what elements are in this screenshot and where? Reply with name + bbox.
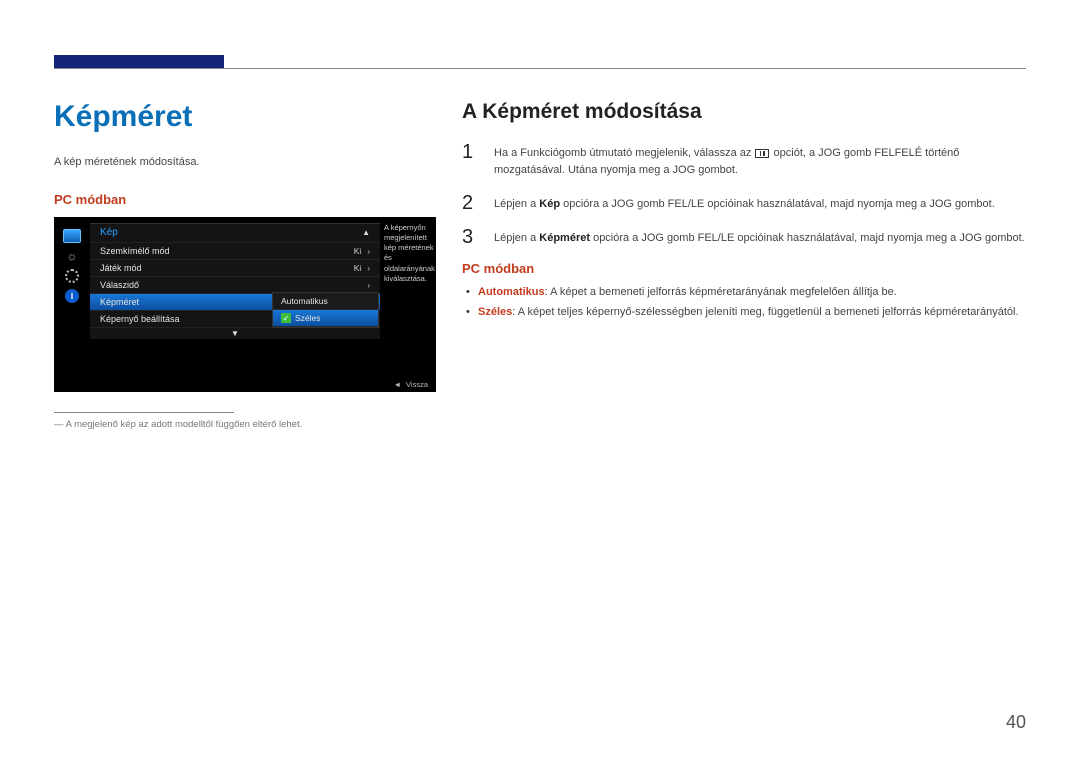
option-description: : A képet a bemeneti jelforrás képméreta… (545, 286, 897, 298)
step-text: Lépjen a (494, 198, 539, 210)
step-text: opcióra a JOG gomb FEL/LE opcióinak hasz… (590, 232, 1025, 244)
check-icon: ✓ (281, 313, 291, 323)
option-name: Széles (478, 306, 512, 318)
osd-submenu-automatic: Automatikus (273, 293, 378, 310)
chevron-right-icon: › (367, 264, 370, 273)
arrow-left-icon: ◄ (394, 380, 401, 389)
step-1: Ha a Funkciógomb útmutató megjelenik, vá… (462, 142, 1026, 179)
steps-list: Ha a Funkciógomb útmutató megjelenik, vá… (462, 142, 1026, 247)
left-column: Képméret A kép méretének módosítása. PC … (54, 100, 434, 430)
step-2: Lépjen a Kép opcióra a JOG gomb FEL/LE o… (462, 193, 1026, 213)
osd-row-label: Szemkímélő mód (100, 246, 354, 256)
option-name: Automatikus (478, 286, 545, 298)
section-title-modify-picture-size: A Képméret módosítása (462, 100, 1026, 124)
osd-row-value: Ki (354, 263, 362, 273)
osd-description: A képernyőn megjelenített kép méretének … (384, 223, 434, 284)
step-3: Lépjen a Képméret opcióra a JOG gomb FEL… (462, 227, 1026, 247)
osd-row-eye-saver: Szemkímélő mód Ki › (90, 242, 380, 259)
footnote: ― A megjelenő kép az adott modelltől füg… (54, 419, 434, 430)
brightness-icon: ☼ (63, 249, 81, 263)
osd-screenshot: ☼ i Kép ▲ Szemkímélő mód Ki › Játék mód … (54, 217, 436, 392)
footnote-rule (54, 412, 234, 413)
step-text: Ha a Funkciógomb útmutató megjelenik, vá… (494, 147, 754, 159)
osd-submenu-wide: ✓ Széles (273, 310, 378, 327)
info-icon: i (63, 289, 81, 303)
osd-row-label: Játék mód (100, 263, 354, 273)
header-accent-bar (54, 55, 224, 68)
page-title: Képméret (54, 100, 434, 134)
osd-menu-title-row: Kép ▲ (90, 224, 380, 242)
page-number: 40 (1006, 712, 1026, 733)
step-text: opcióra a JOG gomb FEL/LE opcióinak hasz… (560, 198, 995, 210)
submenu-label: Automatikus (281, 296, 328, 306)
header-rule (54, 68, 1026, 69)
submenu-label: Széles (295, 313, 321, 323)
menu-icon (755, 149, 769, 158)
right-subheading-pc-mode: PC módban (462, 261, 1026, 276)
osd-back-label: Vissza (406, 380, 428, 389)
osd-footer: ◄ Vissza (394, 380, 428, 389)
intro-text: A kép méretének módosítása. (54, 156, 434, 168)
option-automatic: Automatikus: A képet a bemeneti jelforrá… (462, 286, 1026, 298)
option-wide: Széles: A képet teljes képernyő-szélessé… (462, 306, 1026, 318)
option-list: Automatikus: A képet a bemeneti jelforrá… (462, 286, 1026, 318)
osd-submenu: Automatikus ✓ Széles (272, 292, 379, 328)
step-keyword: Kép (539, 198, 560, 210)
option-description: : A képet teljes képernyő-szélességben j… (512, 306, 1018, 318)
chevron-right-icon: › (367, 281, 370, 290)
osd-row-label: Válaszidő (100, 280, 367, 290)
osd-menu-title: Kép (100, 227, 118, 238)
arrow-down-icon: ▼ (90, 327, 380, 339)
osd-row-value: Ki (354, 246, 362, 256)
picture-icon (63, 229, 81, 243)
arrow-up-icon: ▲ (362, 228, 370, 237)
chevron-right-icon: › (367, 247, 370, 256)
right-column: A Képméret módosítása Ha a Funkciógomb ú… (462, 100, 1026, 430)
left-subheading-pc-mode: PC módban (54, 192, 434, 207)
step-text: Lépjen a (494, 232, 539, 244)
osd-row-game-mode: Játék mód Ki › (90, 259, 380, 276)
osd-row-response-time: Válaszidő › (90, 276, 380, 293)
osd-sidebar: ☼ i (60, 229, 84, 303)
settings-icon (63, 269, 81, 283)
step-keyword: Képméret (539, 232, 590, 244)
